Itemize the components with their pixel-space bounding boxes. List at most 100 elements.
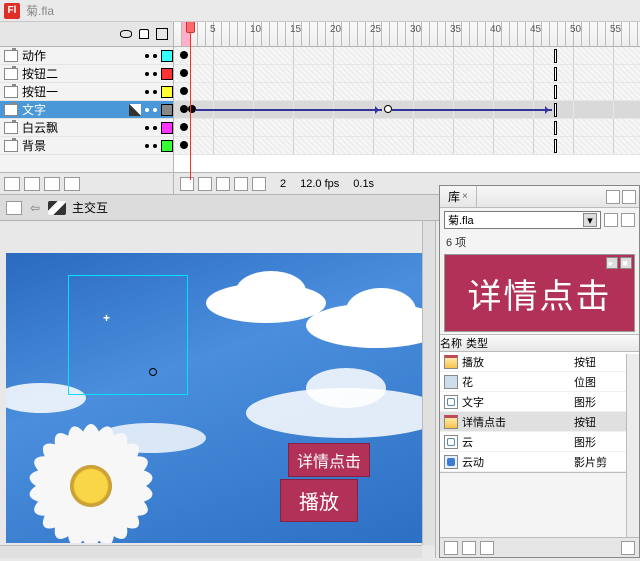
show-dot-icon[interactable]	[145, 72, 149, 76]
library-item[interactable]: 云图形	[440, 432, 639, 452]
layer-row[interactable]: 动作	[0, 47, 173, 65]
timeline-track[interactable]	[174, 65, 640, 83]
layer-name: 按钮二	[22, 65, 141, 82]
layer-row[interactable]: 按钮二	[0, 65, 173, 83]
delete-layer-button[interactable]	[64, 177, 80, 191]
preview-stop-button[interactable]: ■	[620, 257, 632, 269]
lock-dot-icon[interactable]	[153, 108, 157, 112]
current-frame: 2	[280, 178, 286, 190]
panel-menu-button[interactable]	[622, 190, 636, 204]
library-tab[interactable]: 库 ×	[440, 186, 477, 207]
library-panel: 库 × 菊.fla ▾ 6 项 详情点击 ▸ ■ 名称	[439, 185, 640, 558]
timeline-track[interactable]	[174, 137, 640, 155]
close-tab-icon[interactable]: ×	[462, 191, 468, 202]
library-list: 播放按钮花位图文字图形详情点击按钮云图形云动影片剪	[440, 352, 639, 473]
edit-scene-button[interactable]	[6, 201, 22, 215]
detail-button[interactable]: 详情点击	[288, 443, 370, 477]
item-type-icon	[444, 415, 458, 429]
panel-min-button[interactable]	[606, 190, 620, 204]
layer-row[interactable]: 按钮一	[0, 83, 173, 101]
layer-name: 白云飘	[22, 119, 141, 136]
delete-symbol-button[interactable]	[621, 541, 635, 555]
stage-vertical-scrollbar[interactable]	[422, 221, 435, 545]
lock-dot-icon[interactable]	[153, 54, 157, 58]
outline-icon[interactable]	[155, 27, 169, 41]
layer-toolbar	[0, 172, 173, 194]
dropdown-arrow-icon: ▾	[583, 213, 597, 227]
show-dot-icon[interactable]	[145, 126, 149, 130]
properties-button[interactable]	[480, 541, 494, 555]
layer-row[interactable]: 文字	[0, 101, 173, 119]
color-swatch[interactable]	[161, 104, 173, 116]
app-icon: Fl	[4, 3, 20, 19]
layer-name: 背景	[22, 137, 141, 154]
column-type[interactable]: 类型	[462, 335, 639, 351]
library-item-name: 云	[462, 434, 473, 450]
lock-dot-icon[interactable]	[153, 144, 157, 148]
new-lib-folder-button[interactable]	[462, 541, 476, 555]
show-dot-icon[interactable]	[145, 144, 149, 148]
timeline-track[interactable]	[174, 83, 640, 101]
ruler-mark: 20	[330, 24, 341, 35]
timeline-track[interactable]	[174, 47, 640, 65]
item-type-icon	[444, 375, 458, 389]
lock-dot-icon[interactable]	[153, 72, 157, 76]
show-dot-icon[interactable]	[145, 108, 149, 112]
library-item[interactable]: 花位图	[440, 372, 639, 392]
timeline-ruler[interactable]: 510152025303540455055	[174, 22, 640, 47]
library-columns-header[interactable]: 名称 类型	[440, 334, 639, 352]
color-swatch[interactable]	[161, 50, 173, 62]
color-swatch[interactable]	[161, 122, 173, 134]
lock-dot-icon[interactable]	[153, 126, 157, 130]
library-item[interactable]: 详情点击按钮	[440, 412, 639, 432]
layer-row[interactable]: 背景	[0, 137, 173, 155]
ruler-mark: 45	[530, 24, 541, 35]
library-file-dropdown[interactable]: 菊.fla ▾	[444, 211, 601, 229]
play-button[interactable]: 播放	[280, 479, 358, 522]
color-swatch[interactable]	[161, 140, 173, 152]
playhead-icon[interactable]	[190, 22, 191, 180]
layer-icon	[4, 86, 18, 98]
timeline-tracks[interactable]	[174, 47, 640, 172]
library-item-name: 播放	[462, 354, 484, 370]
ruler-mark: 5	[210, 24, 216, 35]
selection-box[interactable]	[68, 275, 188, 395]
color-swatch[interactable]	[161, 68, 173, 80]
timeline-track[interactable]	[174, 101, 640, 119]
eye-icon[interactable]	[119, 27, 133, 41]
timeline-track[interactable]	[174, 119, 640, 137]
library-item[interactable]: 云动影片剪	[440, 452, 639, 472]
library-scrollbar[interactable]	[626, 354, 639, 537]
layer-icon	[4, 104, 18, 116]
color-swatch[interactable]	[161, 86, 173, 98]
layer-column: 动作按钮二按钮一文字白云飘背景	[0, 22, 174, 194]
stage-horizontal-scrollbar[interactable]	[0, 545, 422, 558]
show-dot-icon[interactable]	[145, 90, 149, 94]
edit-multi-button[interactable]	[234, 177, 248, 191]
center-frame-button[interactable]	[180, 177, 194, 191]
new-motion-button[interactable]	[24, 177, 40, 191]
lock-dot-icon[interactable]	[153, 90, 157, 94]
pin-library-button[interactable]	[604, 213, 618, 227]
stage-area: 详情点击 播放	[0, 221, 436, 558]
layer-row[interactable]: 白云飘	[0, 119, 173, 137]
library-file-name: 菊.fla	[448, 212, 474, 228]
new-folder-button[interactable]	[44, 177, 60, 191]
onion-marker-button[interactable]	[252, 177, 266, 191]
onion-skin-button[interactable]	[198, 177, 212, 191]
layer-icon	[4, 122, 18, 134]
library-item[interactable]: 文字图形	[440, 392, 639, 412]
back-arrow-icon[interactable]: ⇦	[28, 201, 42, 215]
new-library-button[interactable]	[621, 213, 635, 227]
new-layer-button[interactable]	[4, 177, 20, 191]
preview-play-button[interactable]: ▸	[606, 257, 618, 269]
lock-icon[interactable]	[137, 27, 151, 41]
stage-canvas[interactable]: 详情点击 播放	[6, 253, 422, 543]
show-dot-icon[interactable]	[145, 54, 149, 58]
library-item[interactable]: 播放按钮	[440, 352, 639, 372]
elapsed-time-label: 0.1s	[353, 178, 374, 190]
column-name[interactable]: 名称	[440, 335, 462, 351]
onion-outline-button[interactable]	[216, 177, 230, 191]
new-symbol-button[interactable]	[444, 541, 458, 555]
scene-name[interactable]: 主交互	[72, 199, 108, 216]
